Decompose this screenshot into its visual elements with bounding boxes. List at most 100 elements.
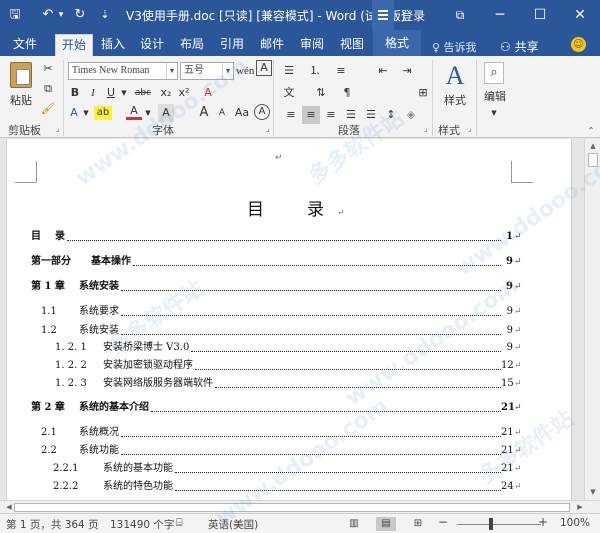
chevron-down-icon[interactable]: ▼ <box>144 104 152 122</box>
align-left-icon[interactable]: ≡ <box>282 106 300 124</box>
show-marks-icon[interactable]: ¶ <box>338 84 356 102</box>
restore-ribbon-icon[interactable]: ⧉ <box>440 0 480 30</box>
subscript-button[interactable]: x₂ <box>158 84 174 102</box>
toc-entry[interactable]: 2.2.1 系统的基本功能 21 ↵ <box>7 462 527 476</box>
tab-design[interactable]: 设计 <box>135 34 169 56</box>
toc-entry[interactable]: 第一部分 基本操作 9 ↵ <box>7 255 527 269</box>
collapse-ribbon-icon[interactable]: ⌃ <box>586 122 596 140</box>
maximize-button[interactable]: ☐ <box>520 0 560 30</box>
tab-review[interactable]: 审阅 <box>295 34 329 56</box>
horizontal-scroll-thumb[interactable] <box>14 503 570 512</box>
toc-entry[interactable]: 第 1 章 系统安装 9 ↵ <box>7 280 527 294</box>
sort-icon[interactable]: ⇅ <box>312 84 330 102</box>
char-border-button[interactable]: A <box>256 60 272 76</box>
tell-me-search[interactable]: ♀ 告诉我 <box>432 39 477 55</box>
toc-entry[interactable]: 2.2 系统功能 21 ↵ <box>7 444 527 458</box>
tab-layout[interactable]: 布局 <box>175 34 209 56</box>
clipboard-launcher-icon[interactable]: ⌟ <box>56 124 60 133</box>
vertical-scroll-thumb[interactable] <box>588 153 598 167</box>
italic-button[interactable]: I <box>86 84 100 102</box>
tab-view[interactable]: 视图 <box>335 34 369 56</box>
shrink-font-button[interactable]: A <box>214 104 230 122</box>
scroll-right-icon[interactable]: ▶ <box>572 501 588 513</box>
zoom-slider[interactable] <box>457 524 541 525</box>
numbering-icon[interactable]: ⒈ <box>306 62 324 80</box>
text-effects-button[interactable]: A <box>66 104 82 122</box>
redo-icon[interactable]: ↻ <box>72 6 88 24</box>
paste-icon[interactable] <box>10 62 32 88</box>
language-indicator[interactable]: 英语(美国) <box>208 517 258 532</box>
highlight-button[interactable]: ab <box>94 106 112 120</box>
tab-insert[interactable]: 插入 <box>96 34 130 56</box>
grow-font-button[interactable]: A <box>196 104 212 122</box>
enclose-char-button[interactable]: A <box>254 104 270 120</box>
zoom-in-button[interactable]: + <box>538 515 548 529</box>
customize-quick-access-icon[interactable]: ⇣ <box>98 6 112 24</box>
change-case-button[interactable]: Aa <box>232 104 252 122</box>
ribbon-display-options-button[interactable] <box>372 0 394 30</box>
toc-entry[interactable]: 1.1 系统要求 9 ↵ <box>7 305 527 319</box>
bold-button[interactable]: B <box>68 84 82 102</box>
toc-entry[interactable]: 2.1 系统概况 21 ↵ <box>7 426 527 440</box>
toc-entry[interactable]: 目 录 1 ↵ <box>7 230 527 244</box>
chevron-down-icon[interactable]: ▼ <box>82 104 90 122</box>
close-button[interactable]: ✕ <box>560 0 600 30</box>
decrease-indent-icon[interactable]: ⇤ <box>374 62 392 80</box>
toc-entry[interactable]: 1. 2. 2 安装加密锁驱动程序 12 ↵ <box>7 359 527 373</box>
distribute-icon[interactable]: ☰ <box>362 106 380 124</box>
increase-indent-icon[interactable]: ⇥ <box>398 62 416 80</box>
font-color-button[interactable]: A <box>126 104 142 120</box>
shading-icon[interactable]: ◈ <box>402 106 420 124</box>
proofing-icon[interactable]: ⌸ <box>176 516 183 530</box>
minimize-button[interactable]: ─ <box>480 0 520 30</box>
zoom-slider-knob[interactable] <box>489 518 493 530</box>
styles-icon[interactable]: A <box>442 60 468 92</box>
chevron-down-icon[interactable]: ▼ <box>166 63 177 79</box>
tab-format[interactable]: 格式 <box>373 30 421 56</box>
font-name-combo[interactable]: Times New Roman ▼ <box>68 62 178 80</box>
chevron-down-icon[interactable]: ▼ <box>120 84 128 102</box>
scroll-up-icon[interactable]: ▲ <box>585 140 600 152</box>
vertical-scrollbar[interactable]: ▲ ▼ <box>584 139 600 500</box>
paragraph-launcher-icon[interactable]: ⌟ <box>424 124 428 133</box>
tab-file[interactable]: 文件 <box>6 34 44 56</box>
format-painter-icon[interactable]: 🖌 <box>40 100 56 118</box>
strikethrough-button[interactable]: abc <box>132 84 154 102</box>
word-count[interactable]: 131490 个字 <box>110 517 174 532</box>
tab-mailings[interactable]: 邮件 <box>255 34 289 56</box>
scroll-down-icon[interactable]: ▼ <box>585 486 600 498</box>
copy-icon[interactable]: ⧉ <box>40 80 56 98</box>
undo-dropdown-icon[interactable]: ▾ <box>56 6 66 24</box>
paste-button[interactable]: 粘贴 <box>4 92 38 110</box>
styles-button[interactable]: 样式 <box>438 92 472 110</box>
read-mode-icon[interactable]: ▥ <box>344 517 364 531</box>
undo-icon[interactable]: ↶ <box>40 6 56 24</box>
align-center-icon[interactable]: ≡ <box>302 106 320 124</box>
chevron-down-icon[interactable]: ▼ <box>222 63 233 79</box>
toc-entry[interactable]: 1. 2. 1 安装桥梁博士 V3.0 9 ↵ <box>7 341 527 355</box>
toc-entry[interactable]: 1. 2. 3 安装网络版服务器端软件 15 ↵ <box>7 377 527 391</box>
toc-entry[interactable]: 第 2 章 系统的基本介绍 21 ↵ <box>7 401 527 415</box>
save-icon[interactable]: 🖫 <box>6 6 24 24</box>
find-icon[interactable]: ⌕ <box>484 62 504 84</box>
styles-launcher-icon[interactable]: ⌟ <box>468 124 472 133</box>
web-layout-icon[interactable]: ⊞ <box>408 517 428 531</box>
line-spacing-icon[interactable]: ↕ <box>382 106 400 124</box>
cut-icon[interactable]: ✂ <box>40 60 56 78</box>
horizontal-scrollbar[interactable]: ◀ ▶ <box>0 500 600 513</box>
toc-entry[interactable]: 2.2.2 系统的特色功能 24 ↵ <box>7 480 527 494</box>
multilevel-list-icon[interactable]: ≡ <box>332 62 350 80</box>
char-shading-button[interactable]: A <box>158 104 174 122</box>
document-area[interactable]: ↵ 目 录↵ 目录 1 ↵ 第一部分 基本操作 9 ↵ 第 1 章系统安装 9 ↵ 1.1 系统要求 9… <box>0 139 584 500</box>
tab-references[interactable]: 引用 <box>215 34 249 56</box>
clear-formatting-button[interactable]: A <box>200 84 216 102</box>
document-page[interactable]: ↵ 目 录↵ 目录 1 ↵ 第一部分 基本操作 9 ↵ 第 1 章系统安装 9 ↵ 1.1 系统要求 9… <box>6 139 572 500</box>
font-size-combo[interactable]: 五号 ▼ <box>180 62 234 80</box>
zoom-out-button[interactable]: − <box>438 515 448 529</box>
print-layout-icon[interactable]: ▤ <box>376 517 396 531</box>
bullets-icon[interactable]: ☰ <box>280 62 298 80</box>
font-launcher-icon[interactable]: ⌟ <box>266 124 270 133</box>
zoom-level[interactable]: 100% <box>560 517 590 529</box>
toc-entry[interactable]: 1.2 系统安装 9 ↵ <box>7 324 527 338</box>
page-count[interactable]: 第 1 页，共 364 页 <box>6 517 99 532</box>
